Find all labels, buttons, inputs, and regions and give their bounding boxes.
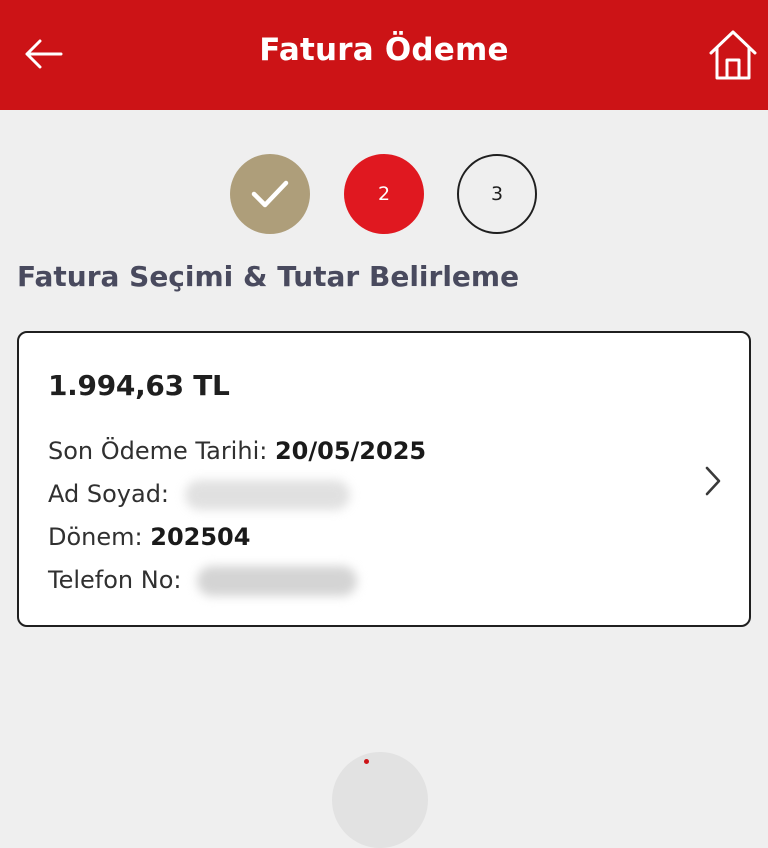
page-title: Fatura Ödeme	[259, 32, 509, 68]
step-1-completed	[230, 154, 310, 234]
check-icon	[251, 180, 289, 208]
period-label: Dönem:	[48, 523, 143, 551]
bill-card[interactable]: 1.994,63 TL Son Ödeme Tarihi: 20/05/2025…	[17, 331, 751, 627]
phone-row: Telefon No:	[48, 566, 358, 596]
chevron-right-icon	[705, 466, 721, 496]
home-icon	[709, 30, 757, 80]
name-label: Ad Soyad:	[48, 480, 170, 508]
step-3-pending: 3	[457, 154, 537, 234]
section-title: Fatura Seçimi & Tutar Belirleme	[17, 260, 520, 293]
app-header: Fatura Ödeme	[0, 0, 768, 110]
name-redacted	[184, 480, 350, 510]
bottom-indicator-dot	[364, 759, 369, 764]
due-date-label: Son Ödeme Tarihi:	[48, 437, 268, 465]
due-date-value: 20/05/2025	[274, 437, 427, 465]
period-row: Dönem: 202504	[48, 523, 250, 551]
name-row: Ad Soyad:	[48, 480, 350, 510]
stepper: 2 3	[0, 154, 768, 236]
bill-amount: 1.994,63 TL	[48, 369, 230, 402]
phone-label: Telefon No:	[48, 566, 182, 594]
home-button[interactable]	[702, 24, 764, 86]
due-date-row: Son Ödeme Tarihi: 20/05/2025	[48, 437, 426, 465]
phone-redacted	[197, 566, 358, 596]
step-2-active: 2	[344, 154, 424, 234]
period-value: 202504	[150, 523, 251, 551]
bottom-button-partial[interactable]	[332, 752, 428, 848]
